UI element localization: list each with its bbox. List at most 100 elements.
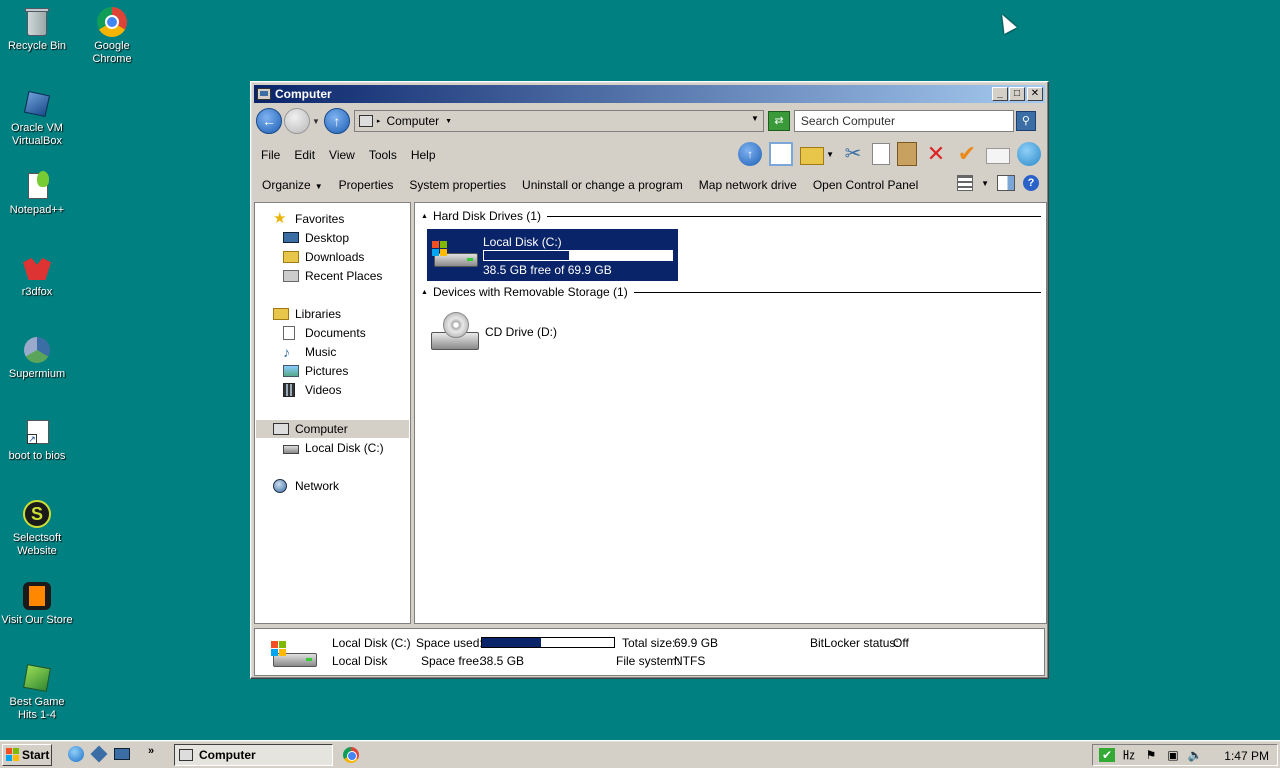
cd-drive-icon[interactable] (431, 312, 481, 356)
flag-icon[interactable]: ⚑ (1143, 748, 1159, 762)
globe-icon[interactable] (1017, 142, 1041, 166)
copy-icon[interactable] (872, 143, 890, 165)
breadcrumb-arrow[interactable]: ▼ (445, 118, 452, 125)
libraries-icon (273, 307, 289, 320)
notepad-plus-plus-icon (21, 170, 53, 202)
drive-tile-local-disk-c[interactable]: Local Disk (C:) 38.5 GB free of 69.9 GB (427, 229, 678, 281)
desktop-icon-best-game-hits[interactable]: Best Game Hits 1-4 (0, 662, 74, 722)
nav-item-desktop[interactable]: Desktop (283, 228, 349, 247)
nav-item-downloads[interactable]: Downloads (283, 247, 364, 266)
desktop-icon-recycle-bin[interactable]: Recycle Bin (0, 6, 74, 53)
close-button[interactable]: ✕ (1027, 87, 1043, 101)
nav-item-local-disk[interactable]: Local Disk (C:) (283, 438, 384, 457)
desktop-icon-notepad-plus-plus[interactable]: Notepad++ (0, 170, 74, 217)
group-header-removable-storage[interactable]: ▲ Devices with Removable Storage (1) (421, 285, 1041, 299)
nav-item-network[interactable]: Network (273, 476, 339, 495)
taskbar-button-computer[interactable]: Computer (174, 744, 333, 766)
email-icon[interactable] (986, 148, 1010, 164)
breadcrumb-computer[interactable]: Computer (386, 114, 439, 128)
start-button[interactable]: Start (2, 744, 52, 766)
nav-item-documents[interactable]: Documents (283, 323, 366, 342)
folders-pane-icon[interactable] (769, 142, 794, 166)
back-button[interactable]: ← (256, 108, 282, 134)
search-button[interactable]: ⚲ (1015, 111, 1036, 131)
chrome-icon[interactable] (343, 747, 359, 763)
star-icon: ★ (273, 209, 287, 227)
show-desktop-icon[interactable] (114, 748, 130, 760)
organize-button[interactable]: Organize ▼ (254, 178, 331, 192)
desktop-icon-visit-our-store[interactable]: Visit Our Store (0, 580, 74, 627)
desktop-icon-supermium[interactable]: Supermium (0, 334, 74, 381)
nav-item-computer[interactable]: Computer (273, 419, 348, 438)
forward-button[interactable]: → (284, 108, 310, 134)
folder-options-icon[interactable] (800, 147, 825, 165)
cut-icon[interactable]: ✂ (841, 142, 865, 166)
nav-item-pictures[interactable]: Pictures (283, 361, 348, 380)
volume-icon[interactable]: 🔈 (1187, 748, 1203, 762)
clock[interactable]: 1:47 PM (1224, 749, 1269, 763)
nav-item-music[interactable]: ♪ Music (283, 342, 336, 361)
preview-pane-icon[interactable] (997, 175, 1015, 191)
select-all-icon[interactable]: ✔ (955, 142, 979, 166)
desktop-icon-boot-to-bios[interactable]: ↗ boot to bios (0, 416, 74, 463)
details-space-free-value: 38.5 GB (480, 654, 525, 668)
change-view-icon[interactable] (957, 175, 974, 191)
uninstall-program-button[interactable]: Uninstall or change a program (514, 178, 691, 192)
desktop-icon-label: boot to bios (8, 450, 66, 462)
menu-file[interactable]: File (254, 148, 287, 162)
search-input[interactable]: Search Computer (793, 110, 1014, 132)
nav-item-libraries[interactable]: Libraries (273, 304, 341, 323)
maximize-button[interactable]: □ (1009, 87, 1025, 101)
menu-help[interactable]: Help (404, 148, 443, 162)
paste-icon[interactable] (897, 142, 917, 166)
recent-pages-dropdown[interactable]: ▼ (312, 117, 320, 126)
update-icon[interactable]: ✔ (1099, 748, 1115, 762)
windows-drive-icon (432, 241, 478, 271)
desktop-icon-r3dfox[interactable]: r3dfox (0, 252, 74, 299)
view-dropdown[interactable]: ▼ (981, 179, 989, 188)
minimize-button[interactable]: _ (992, 87, 1008, 101)
details-space-used-bar (481, 637, 615, 648)
nav-item-recent-places[interactable]: Recent Places (283, 266, 382, 285)
cd-drive-label[interactable]: CD Drive (D:) (485, 325, 557, 339)
open-control-panel-button[interactable]: Open Control Panel (805, 178, 926, 192)
games-icon (21, 662, 53, 694)
quick-launch-more-icon[interactable]: » (148, 745, 154, 757)
help-icon[interactable]: ? (1023, 175, 1039, 191)
group-divider (633, 292, 1041, 293)
address-bar[interactable]: ▸ Computer ▼ ▼ (353, 110, 764, 132)
address-dropdown[interactable]: ▼ (751, 114, 759, 123)
details-drive-type: Local Disk (332, 654, 388, 668)
collapse-triangle-icon: ▲ (421, 288, 428, 296)
up-button[interactable]: ↑ (323, 108, 350, 134)
network-tray-icon[interactable]: ▣ (1165, 748, 1181, 762)
desktop-icon-label: r3dfox (21, 286, 53, 298)
breadcrumb-root-arrow[interactable]: ▸ (377, 117, 381, 125)
folder-options-dropdown[interactable]: ▼ (826, 150, 834, 159)
desktop-icon-label: Notepad++ (9, 204, 65, 216)
menu-bar: File Edit View Tools Help ↑ ▼ ✂ ✕ ✔ (254, 140, 1045, 170)
details-space-free-label: Space free: (421, 654, 483, 668)
delete-icon[interactable]: ✕ (924, 142, 948, 166)
selectsoft-icon: S (21, 498, 53, 530)
desktop-icon-google-chrome[interactable]: Google Chrome (75, 6, 149, 66)
refresh-button[interactable]: ⇄ (767, 111, 790, 131)
menu-tools[interactable]: Tools (362, 148, 404, 162)
map-network-drive-button[interactable]: Map network drive (691, 178, 805, 192)
properties-button[interactable]: Properties (331, 178, 402, 192)
up-folder-icon[interactable]: ↑ (738, 142, 763, 166)
group-divider (546, 216, 1041, 217)
nav-item-videos[interactable]: Videos (283, 380, 341, 399)
desktop-icon-virtualbox[interactable]: Oracle VM VirtualBox (0, 88, 74, 148)
nav-item-favorites[interactable]: ★ Favorites (273, 209, 344, 228)
internet-explorer-icon[interactable] (68, 746, 84, 762)
menu-edit[interactable]: Edit (287, 148, 322, 162)
system-properties-button[interactable]: System properties (401, 178, 514, 192)
menu-view[interactable]: View (322, 148, 362, 162)
group-header-hard-disk-drives[interactable]: ▲ Hard Disk Drives (1) (421, 209, 1041, 223)
window-titlebar[interactable]: Computer _ □ ✕ (254, 85, 1045, 103)
computer-icon (273, 422, 289, 435)
language-icon[interactable]: ㎐ (1121, 748, 1137, 762)
desktop-icon-selectsoft[interactable]: S Selectsoft Website (0, 498, 74, 558)
virtualbox-icon[interactable] (90, 745, 108, 763)
